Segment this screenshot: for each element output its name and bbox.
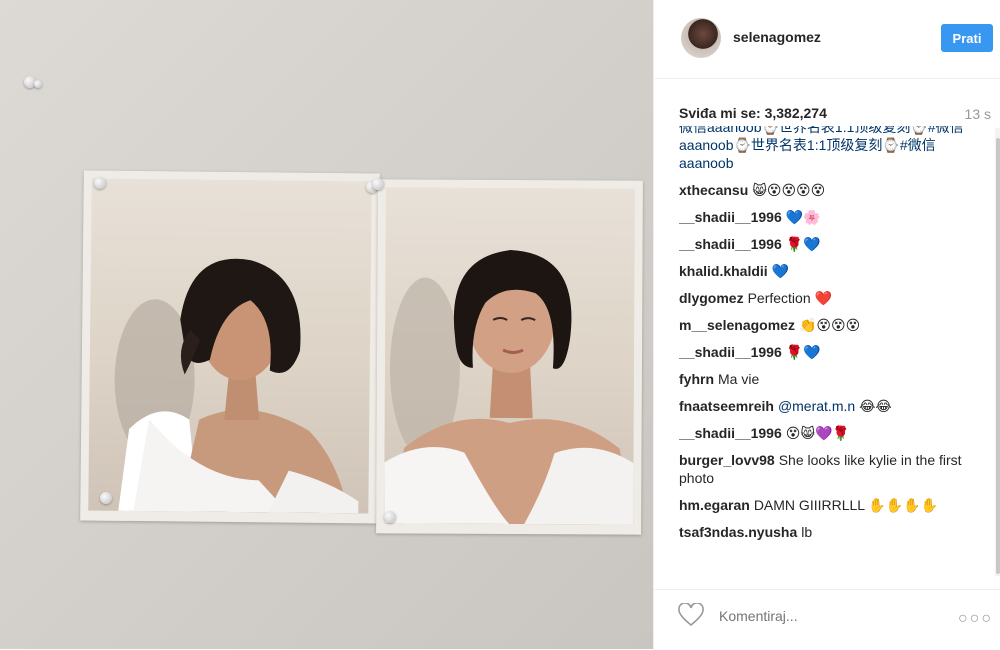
comment-input[interactable] bbox=[717, 607, 921, 625]
comment-text: Ma vie bbox=[718, 371, 760, 387]
comment-username[interactable]: hm.egaran bbox=[679, 497, 750, 513]
comment-item: xthecansu 😸😵😵😵😵 bbox=[679, 181, 975, 199]
comment-item: __shadii__1996 🌹💙 bbox=[679, 343, 975, 361]
post-header: selenagomez Prati bbox=[654, 0, 1000, 79]
poster-right-image bbox=[384, 187, 635, 525]
comment-item: hm.egaran DAMN GIIIRRLLL ✋✋✋✋ bbox=[679, 496, 975, 514]
post-photo[interactable] bbox=[0, 0, 653, 649]
comment-text: 👏😵😵😵 bbox=[798, 317, 861, 333]
comment-text: 😸😵😵😵😵 bbox=[752, 182, 826, 198]
comment-mention[interactable]: @merat.m.n bbox=[778, 398, 855, 414]
post-footer: ○○○ bbox=[654, 589, 1000, 650]
heart-icon[interactable] bbox=[678, 603, 704, 627]
comments-scrollbar[interactable] bbox=[995, 128, 1000, 576]
post-sidebar: selenagomez Prati Sviđa mi se: 3,382,274… bbox=[653, 0, 1000, 649]
spam-comment: 微信aaanoob⌚世界名表1:1顶级复刻⌚#微信aaanoob⌚世界名表1:1… bbox=[679, 126, 975, 172]
comment-username[interactable]: __shadii__1996 bbox=[679, 425, 782, 441]
comment-text: DAMN GIIIRRLLL ✋✋✋✋ bbox=[753, 497, 939, 513]
comment-text: 😂😂 bbox=[859, 398, 892, 414]
portrait-profile-illustration bbox=[114, 258, 359, 514]
comment-username[interactable]: fyhrn bbox=[679, 371, 714, 387]
comment-text: 😵😸💜🌹 bbox=[785, 425, 850, 441]
comment-item: __shadii__1996 💙🌸 bbox=[679, 208, 975, 226]
comment-text: lb bbox=[801, 524, 813, 540]
comment-item: tsaf3ndas.nyusha lb bbox=[679, 523, 975, 541]
comment-text[interactable]: 微信aaanoob⌚世界名表1:1顶级复刻⌚#微信aaanoob⌚世界名表1:1… bbox=[679, 126, 964, 171]
comment-item: __shadii__1996 🌹💙 bbox=[679, 235, 975, 253]
more-options-icon[interactable]: ○○○ bbox=[958, 610, 993, 628]
wall-pin bbox=[34, 80, 42, 88]
poster-pin bbox=[94, 177, 106, 189]
post-timestamp[interactable]: 13 s bbox=[965, 106, 991, 122]
likes-count[interactable]: Sviđa mi se: 3,382,274 bbox=[679, 105, 827, 121]
comment-username[interactable]: burger_lovv98 bbox=[679, 452, 775, 468]
portrait-front-illustration bbox=[384, 250, 635, 525]
comment-item: dlygomez Perfection ❤️ bbox=[679, 289, 975, 307]
comment-text: 🌹💙 bbox=[785, 236, 821, 252]
comment-username[interactable]: __shadii__1996 bbox=[679, 209, 782, 225]
comment-item: burger_lovv98 She looks like kylie in the… bbox=[679, 451, 975, 487]
comment-username[interactable]: xthecansu bbox=[679, 182, 748, 198]
comment-username[interactable]: tsaf3ndas.nyusha bbox=[679, 524, 797, 540]
comments-list[interactable]: 微信aaanoob⌚世界名表1:1顶级复刻⌚#微信aaanoob⌚世界名表1:1… bbox=[679, 126, 975, 576]
comment-item: khalid.khaldii 💙 bbox=[679, 262, 975, 280]
poster-pin bbox=[372, 178, 384, 190]
comment-username[interactable]: __shadii__1996 bbox=[679, 344, 782, 360]
poster-left bbox=[80, 170, 380, 524]
post-username[interactable]: selenagomez bbox=[733, 29, 821, 45]
comment-text: 💙 bbox=[771, 263, 790, 279]
avatar[interactable] bbox=[681, 18, 721, 58]
comment-item: fyhrn Ma vie bbox=[679, 370, 975, 388]
poster-pin bbox=[384, 511, 396, 523]
comment-item: fnaatseemreih @merat.m.n 😂😂 bbox=[679, 397, 975, 415]
comment-item: m__selenagomez 👏😵😵😵 bbox=[679, 316, 975, 334]
poster-right bbox=[376, 179, 643, 535]
comment-username[interactable]: fnaatseemreih bbox=[679, 398, 774, 414]
comment-text: Perfection ❤️ bbox=[747, 290, 832, 306]
scrollbar-thumb[interactable] bbox=[996, 138, 1000, 574]
comment-username[interactable]: __shadii__1996 bbox=[679, 236, 782, 252]
comment-username[interactable]: m__selenagomez bbox=[679, 317, 795, 333]
poster-pin bbox=[100, 492, 112, 504]
follow-button[interactable]: Prati bbox=[941, 24, 993, 52]
comment-username[interactable]: khalid.khaldii bbox=[679, 263, 768, 279]
poster-left-image bbox=[88, 178, 372, 514]
comment-text: 🌹💙 bbox=[785, 344, 821, 360]
comment-item: __shadii__1996 😵😸💜🌹 bbox=[679, 424, 975, 442]
comment-username[interactable]: dlygomez bbox=[679, 290, 744, 306]
comment-text: 💙🌸 bbox=[785, 209, 821, 225]
